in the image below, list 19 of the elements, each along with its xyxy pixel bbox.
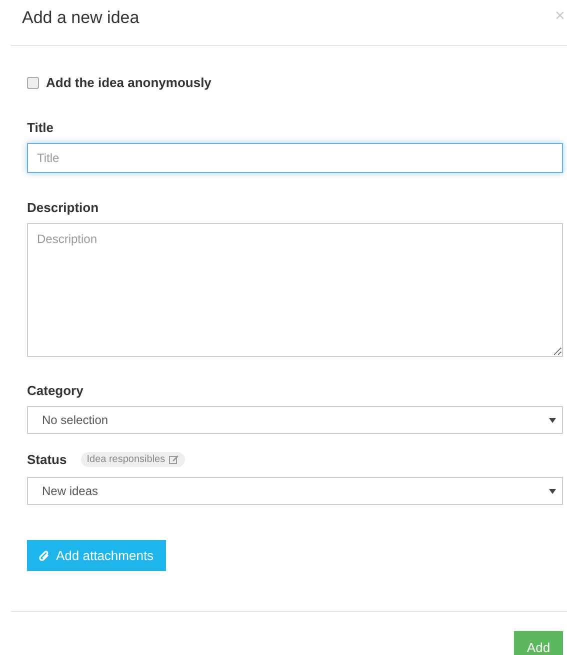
paperclip-icon — [39, 550, 50, 562]
field-label: Category — [27, 383, 84, 398]
category-select[interactable]: No selection — [27, 406, 563, 434]
caret-icon — [549, 488, 556, 494]
field-label: Title — [27, 120, 54, 135]
close-button[interactable]: × — [553, 6, 567, 26]
dialog-title: Add a new idea — [22, 8, 140, 28]
field-label: Status — [27, 452, 67, 467]
add-attachments-button[interactable]: Add attachments — [27, 540, 166, 571]
description-field[interactable]: Description — [27, 223, 563, 357]
caret-icon — [549, 416, 556, 424]
anonymous-checkbox[interactable] — [27, 76, 39, 88]
responsibles-badge[interactable]: Idea responsibles — [80, 452, 186, 467]
add-button[interactable]: Add — [514, 631, 563, 655]
title-field[interactable]: Title — [27, 143, 563, 173]
edit-icon — [169, 454, 180, 464]
checkbox-label: Add the idea anonymously — [46, 75, 212, 90]
field-label: Description — [27, 200, 99, 215]
status-select[interactable]: New ideas — [27, 477, 563, 505]
